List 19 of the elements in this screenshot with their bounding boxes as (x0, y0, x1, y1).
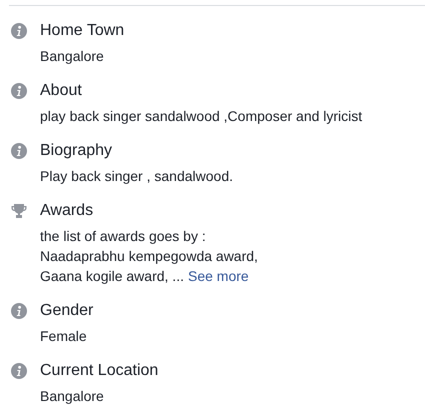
field-value: play back singer sandalwood ,Composer and lyricist (40, 107, 362, 126)
trophy-icon (11, 203, 27, 219)
field-value: Play back singer , sandalwood. (40, 167, 233, 186)
info-icon (11, 23, 27, 39)
field-label: Home Town (40, 21, 124, 41)
info-icon (11, 83, 27, 99)
field-label: Biography (40, 141, 114, 161)
see-more-link[interactable]: See more (188, 268, 249, 284)
info-icon (11, 363, 27, 379)
field-label: Current Location (40, 361, 158, 381)
field-value: Bangalore (40, 387, 105, 406)
field-value: the list of awards goes by : Naadaprabhu kempegowda award, Gaana kogile award, ... See more (40, 227, 258, 286)
field-label: Gender (40, 301, 94, 321)
field-label: Awards (40, 201, 94, 221)
field-value: Female (40, 327, 88, 346)
info-icon (11, 143, 27, 159)
field-value: Bangalore (40, 47, 105, 66)
info-icon (11, 303, 27, 319)
field-label: About (40, 81, 83, 101)
